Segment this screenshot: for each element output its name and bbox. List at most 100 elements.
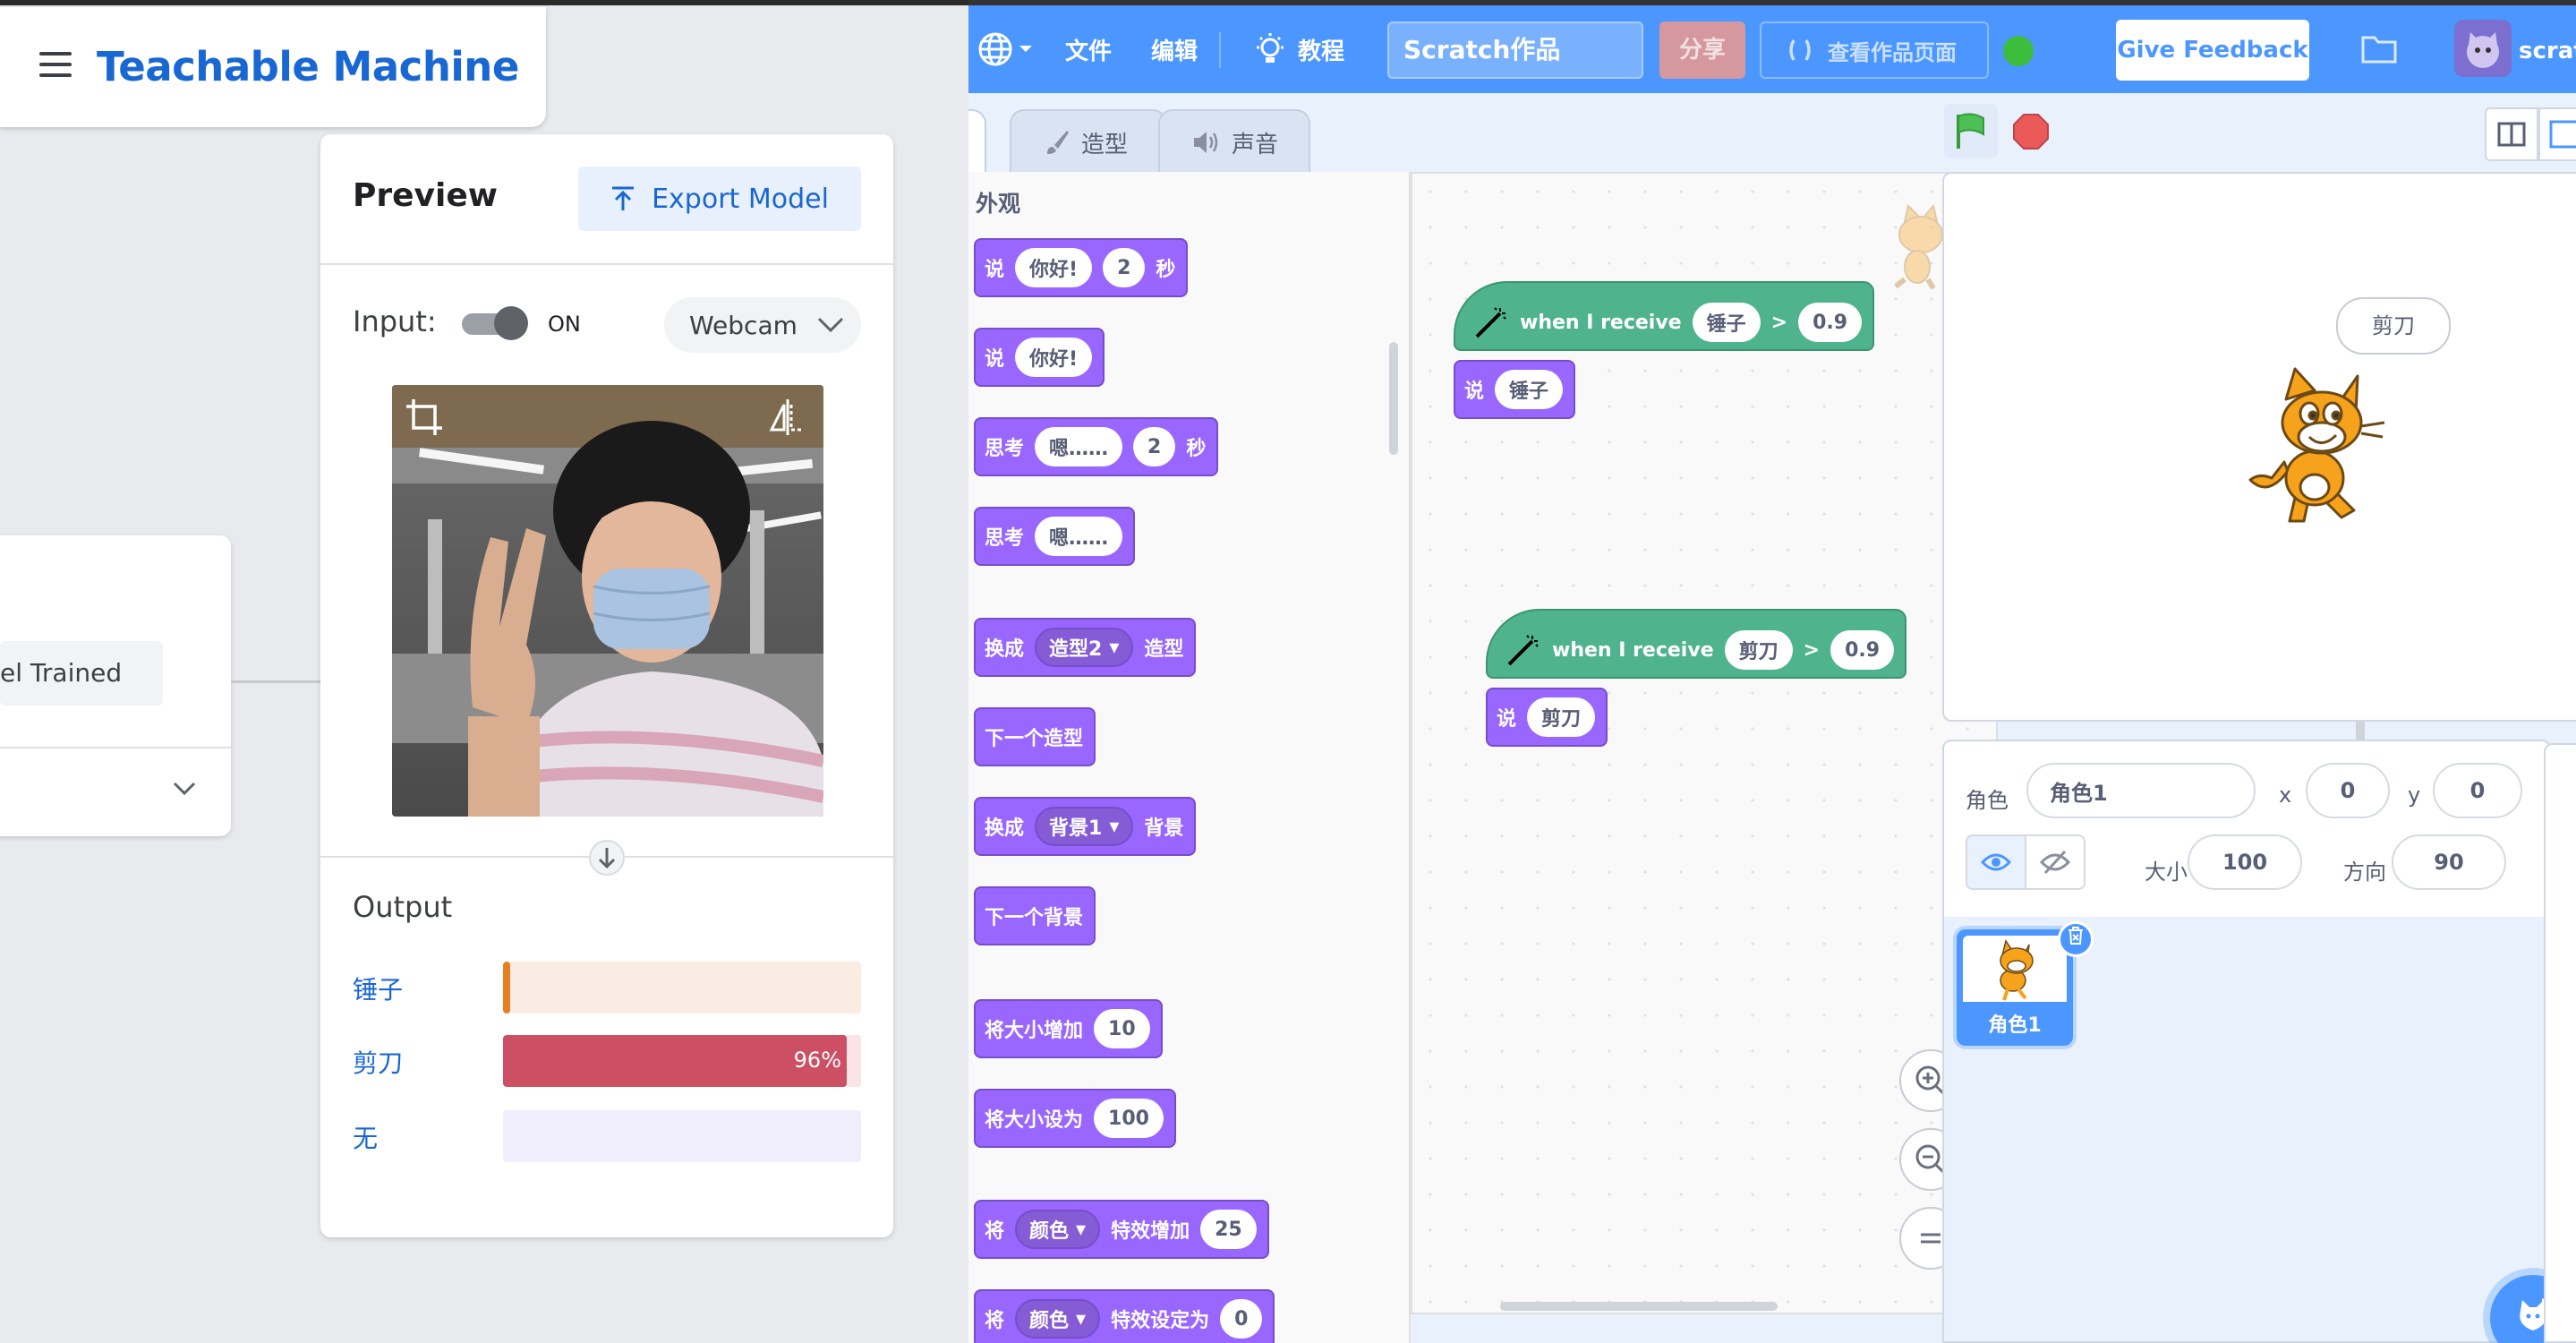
hamburger-menu-icon[interactable] [39,52,73,77]
tutorials-label: 教程 [1298,38,1345,65]
operator-label: > [1803,638,1821,662]
say-block[interactable]: 说锤子 [1454,360,1576,419]
block-input[interactable]: 嗯…… [1035,517,1123,556]
palette-block[interactable]: 思考 嗯…… 2 秒 [974,417,1219,476]
palette-block[interactable]: 下一个造型 [974,707,1096,766]
block-dropdown[interactable]: 颜色 ▾ [1015,1210,1101,1249]
share-button[interactable]: 分享 [1659,21,1745,79]
chevron-down-icon[interactable] [172,775,197,800]
threshold-input[interactable]: 0.9 [1798,303,1863,342]
username[interactable]: scratch [2519,38,2576,64]
palette-block[interactable]: 换成 背景1 ▾ 背景 [974,797,1197,856]
palette-block[interactable]: 下一个背景 [974,886,1096,945]
large-stage-icon[interactable] [2538,107,2576,161]
x-input[interactable]: 0 [2306,763,2390,818]
output-class-row: 无 [353,1110,863,1162]
project-title-input[interactable]: Scratch作品 [1387,21,1643,79]
block-input[interactable]: 你好! [1015,338,1093,377]
block-input[interactable]: 嗯…… [1035,427,1123,466]
block-input[interactable]: 2 [1133,427,1176,466]
sprite-thumbnail-image [1963,936,2067,1002]
divider [320,263,893,265]
small-stage-icon[interactable] [2485,107,2538,161]
tab-sounds[interactable]: 声音 [1158,109,1310,174]
block-dropdown[interactable]: 颜色 ▾ [1015,1299,1101,1339]
avatar[interactable] [2454,20,2512,77]
palette-block[interactable]: 将颜色 ▾ 特效增加 25 [974,1200,1269,1259]
code-area[interactable]: when I receive 锤子 >0.9 说锤子 when I receive 剪刀 >… [1411,172,2365,1314]
when-i-receive-hat-block[interactable]: when I receive 锤子 >0.9 [1454,281,1875,351]
stop-icon[interactable] [2012,113,2050,150]
palette-scrollbar[interactable] [1389,342,1398,455]
block-text: 换成 [985,817,1025,840]
chevron-down-icon [817,317,843,333]
code-horizontal-scrollbar[interactable] [1500,1302,1778,1311]
green-flag-icon[interactable] [1944,104,1998,158]
flip-icon[interactable] [768,398,807,437]
block-input[interactable]: 2 [1103,248,1146,287]
sprite-thumbnail[interactable]: 角色1 [1957,921,2094,1046]
block-text: 说 [985,348,1005,371]
magic-wand-icon [1475,307,1506,338]
stage[interactable]: 剪刀 [1942,172,2576,722]
edit-menu[interactable]: 编辑 [1151,5,1198,93]
tutorials-menu[interactable]: 教程 [1255,5,1344,93]
output-class-row: 剪刀 96% [353,1035,863,1087]
say-block[interactable]: 说剪刀 [1486,688,1608,747]
folder-icon[interactable] [2361,34,2397,64]
class-input[interactable]: 锤子 [1692,303,1761,342]
class-input[interactable]: 剪刀 [1724,630,1793,670]
block-input[interactable]: 25 [1200,1210,1257,1249]
threshold-input[interactable]: 0.9 [1830,630,1895,670]
menu-bar: 文件 编辑 教程 Scratch作品 分享 查看作品页面 Give Feedba… [968,5,2576,93]
block-text: 造型 [1144,638,1184,661]
delete-sprite-icon[interactable] [2058,921,2094,957]
block-text: 思考 [985,438,1025,460]
train-model-button[interactable]: el Trained [0,641,163,706]
when-i-receive-hat-block[interactable]: when I receive 剪刀 >0.9 [1486,609,1907,679]
block-input[interactable]: 10 [1094,1009,1150,1048]
block-input[interactable]: 你好! [1015,248,1093,287]
tab-costumes[interactable]: 造型 [1010,109,1167,174]
hide-sprite-icon[interactable] [2025,834,2086,890]
palette-block[interactable]: 将大小设为 100 [974,1089,1176,1148]
palette-block[interactable]: 思考 嗯…… [974,507,1136,566]
app-title[interactable]: Teachable Machine [97,43,519,90]
see-project-page-button[interactable]: 查看作品页面 [1760,21,1989,79]
output-class-label: 锤子 [353,975,404,1005]
block-dropdown[interactable]: 背景1 ▾ [1035,807,1134,846]
block-input[interactable]: 0 [1220,1299,1263,1339]
palette-block[interactable]: 说你好! 2 秒 [974,238,1189,297]
sprite-name-input[interactable]: 角色1 [2026,763,2256,818]
cat-sprite[interactable] [2232,364,2393,525]
size-input[interactable]: 100 [2188,834,2302,890]
tab-sounds-label: 声音 [1232,131,1279,158]
block-input[interactable]: 100 [1094,1099,1164,1138]
palette-block[interactable]: 换成 造型2 ▾ 造型 [974,618,1197,677]
block-dropdown[interactable]: 造型2 ▾ [1035,628,1134,667]
app-header: Teachable Machine [0,7,546,127]
export-model-label: Export Model [652,183,829,215]
show-sprite-icon[interactable] [1966,834,2026,890]
palette-block[interactable]: 将大小增加 10 [974,999,1163,1058]
file-menu[interactable]: 文件 [1065,5,1112,93]
y-input[interactable]: 0 [2433,763,2522,818]
crop-icon[interactable] [405,398,444,437]
language-menu[interactable] [977,5,1033,93]
give-feedback-button[interactable]: Give Feedback [2116,20,2309,81]
say-label: 说 [1497,708,1517,731]
input-source-select[interactable]: Webcam [664,297,861,353]
export-model-button[interactable]: Export Model [578,167,861,231]
paintbrush-icon [1047,131,1069,154]
palette-block[interactable]: 将颜色 ▾ 特效设定为 0 [974,1289,1275,1343]
y-label: y [2408,783,2421,808]
globe-icon [978,32,1012,66]
input-toggle[interactable] [462,306,528,340]
say-input[interactable]: 锤子 [1495,370,1564,409]
direction-input[interactable]: 90 [2392,834,2506,890]
say-input[interactable]: 剪刀 [1527,697,1596,737]
palette-block[interactable]: 说你好! [974,328,1105,387]
tab-code[interactable] [968,109,986,174]
output-label: Output [353,890,453,924]
output-class-label: 无 [353,1124,379,1153]
